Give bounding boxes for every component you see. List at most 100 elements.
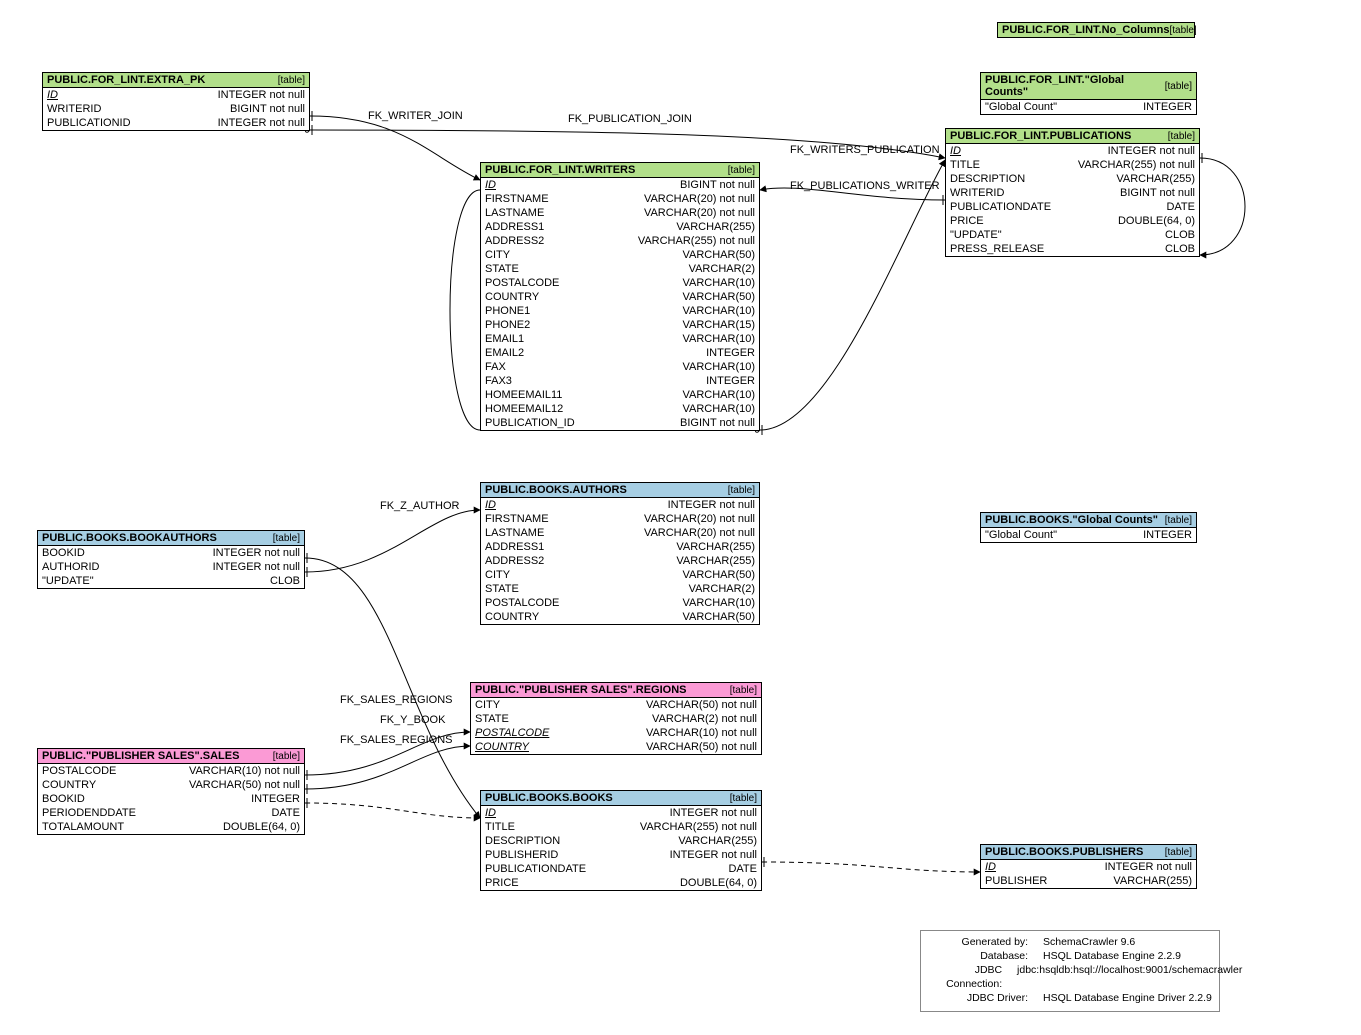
meta-generated-by-label: Generated by: xyxy=(962,935,1029,949)
table-tag: [table] xyxy=(1168,131,1195,142)
column-type: VARCHAR(10) xyxy=(682,402,755,416)
table-title: PUBLIC.BOOKS.AUTHORS xyxy=(485,484,627,496)
column-row: LASTNAME VARCHAR(20) not null xyxy=(481,526,759,540)
meta-database-value: HSQL Database Engine 2.2.9 xyxy=(1043,949,1213,963)
column-row: PRICEDOUBLE(64, 0) xyxy=(481,876,761,890)
column-name: COUNTRY xyxy=(485,610,539,624)
column-name: BOOKID xyxy=(42,546,85,560)
table-title: PUBLIC.FOR_LINT.WRITERS xyxy=(485,164,635,176)
column-row: TOTALAMOUNTDOUBLE(64, 0) xyxy=(38,820,304,834)
column-name: POSTALCODE xyxy=(475,726,549,740)
column-type: VARCHAR(255) xyxy=(676,554,755,568)
column-type: VARCHAR(15) xyxy=(682,318,755,332)
column-type: BIGINT not null xyxy=(230,102,305,116)
column-type: BIGINT not null xyxy=(680,178,755,192)
edge-label-fk-sales-regions-2: FK_SALES_REGIONS xyxy=(340,734,453,746)
column-name: PUBLICATIONDATE xyxy=(950,200,1051,214)
column-row: PRICEDOUBLE(64, 0) xyxy=(946,214,1199,228)
column-row: "Global Count" INTEGER xyxy=(981,100,1196,114)
column-type: VARCHAR(255) not null xyxy=(638,234,755,248)
column-type: DOUBLE(64, 0) xyxy=(680,876,757,890)
column-row: PUBLICATIONDATE DATE xyxy=(946,200,1199,214)
column-name: LASTNAME xyxy=(485,526,544,540)
table-books-global-counts: PUBLIC.BOOKS."Global Counts" [table] "Gl… xyxy=(980,512,1197,543)
table-tag: [table] xyxy=(1169,25,1196,36)
column-name: "UPDATE" xyxy=(950,228,1002,242)
column-type: VARCHAR(20) not null xyxy=(644,526,755,540)
column-name: CITY xyxy=(485,248,510,262)
table-extra-pk: PUBLIC.FOR_LINT.EXTRA_PK [table] IDINTEG… xyxy=(42,72,310,131)
column-name: "Global Count" xyxy=(985,100,1057,114)
table-no-columns: PUBLIC.FOR_LINT.No_Columns [table] xyxy=(997,22,1195,38)
columns: IDINTEGER not nullFIRSTNAMEVARCHAR(20) n… xyxy=(481,498,759,624)
table-tag: [table] xyxy=(730,793,757,804)
column-row: CITYVARCHAR(50) xyxy=(481,568,759,582)
column-type: VARCHAR(50) not null xyxy=(189,778,300,792)
column-name: WRITERID xyxy=(950,186,1004,200)
column-row: "Global Count"INTEGER xyxy=(981,528,1196,542)
column-row: PUBLISHERIDINTEGER not null xyxy=(481,848,761,862)
column-type: DATE xyxy=(1166,200,1195,214)
column-name: PUBLICATIONDATE xyxy=(485,862,586,876)
column-name: COUNTRY xyxy=(475,740,529,754)
column-type: INTEGER not null xyxy=(218,88,305,102)
column-name: POSTALCODE xyxy=(485,276,559,290)
column-name: EMAIL1 xyxy=(485,332,524,346)
column-name: COUNTRY xyxy=(485,290,539,304)
column-type: VARCHAR(20) not null xyxy=(644,512,755,526)
column-row: POSTALCODEVARCHAR(10) xyxy=(481,276,759,290)
meta-database-label: Database: xyxy=(980,949,1028,963)
column-type: CLOB xyxy=(1165,228,1195,242)
column-row: ADDRESS1VARCHAR(255) xyxy=(481,220,759,234)
table-bookauthors: PUBLIC.BOOKS.BOOKAUTHORS [table] BOOKIDI… xyxy=(37,530,305,589)
column-row: LASTNAMEVARCHAR(20) not null xyxy=(481,206,759,220)
column-row: WRITERIDBIGINT not null xyxy=(946,186,1199,200)
column-name: PUBLICATIONID xyxy=(47,116,131,130)
column-name: ADDRESS2 xyxy=(485,234,544,248)
column-name: POSTALCODE xyxy=(485,596,559,610)
edge-label-fk-z-author: FK_Z_AUTHOR xyxy=(380,500,459,512)
column-type: INTEGER not null xyxy=(668,498,755,512)
column-row: STATEVARCHAR(2) xyxy=(481,262,759,276)
column-type: VARCHAR(10) xyxy=(682,388,755,402)
column-name: LASTNAME xyxy=(485,206,544,220)
column-name: TITLE xyxy=(950,158,980,172)
column-row: DESCRIPTIONVARCHAR(255) xyxy=(481,834,761,848)
column-row: COUNTRY VARCHAR(50) not null xyxy=(471,740,761,754)
columns: CITYVARCHAR(50) not nullSTATEVARCHAR(2) … xyxy=(471,698,761,754)
column-type: INTEGER xyxy=(1143,100,1192,114)
meta-connection-value: jdbc:hsqldb:hsql://localhost:9001/schema… xyxy=(1017,963,1213,991)
column-name: BOOKID xyxy=(42,792,85,806)
column-type: VARCHAR(50) not null xyxy=(646,740,757,754)
column-name: TOTALAMOUNT xyxy=(42,820,124,834)
table-authors: PUBLIC.BOOKS.AUTHORS [table] IDINTEGER n… xyxy=(480,482,760,625)
column-row: COUNTRY VARCHAR(50) not null xyxy=(38,778,304,792)
table-tag: [table] xyxy=(1165,515,1192,526)
column-type: VARCHAR(50) xyxy=(682,610,755,624)
meta-generated-by-value: SchemaCrawler 9.6 xyxy=(1043,935,1213,949)
column-type: VARCHAR(2) not null xyxy=(652,712,757,726)
table-title: PUBLIC.FOR_LINT.No_Columns xyxy=(1002,24,1169,36)
column-type: INTEGER not null xyxy=(218,116,305,130)
columns: IDINTEGER not nullTITLEVARCHAR(255) not … xyxy=(946,144,1199,256)
column-type: VARCHAR(50) xyxy=(682,290,755,304)
column-type: INTEGER not null xyxy=(1105,860,1192,874)
table-tag: [table] xyxy=(273,751,300,762)
column-row: FIRSTNAMEVARCHAR(20) not null xyxy=(481,192,759,206)
column-name: ADDRESS1 xyxy=(485,220,544,234)
column-row: IDBIGINT not null xyxy=(481,178,759,192)
meta-connection-label: JDBC Connection: xyxy=(927,963,1002,991)
table-tag: [table] xyxy=(1165,81,1192,92)
table-for-lint-global-counts: PUBLIC.FOR_LINT."Global Counts" [table] … xyxy=(980,72,1197,115)
column-type: INTEGER not null xyxy=(1108,144,1195,158)
table-title: PUBLIC.BOOKS.BOOKS xyxy=(485,792,613,804)
table-books: PUBLIC.BOOKS.BOOKS [table] IDINTEGER not… xyxy=(480,790,762,891)
columns: IDBIGINT not nullFIRSTNAMEVARCHAR(20) no… xyxy=(481,178,759,430)
column-name: COUNTRY xyxy=(42,778,96,792)
column-row: FIRSTNAME VARCHAR(20) not null xyxy=(481,512,759,526)
column-row: "UPDATE" CLOB xyxy=(946,228,1199,242)
table-title: PUBLIC.FOR_LINT."Global Counts" xyxy=(985,74,1165,98)
column-name: FIRSTNAME xyxy=(485,512,549,526)
edge-label-fk-writer-join: FK_WRITER_JOIN xyxy=(368,110,463,122)
column-row: AUTHORIDINTEGER not null xyxy=(38,560,304,574)
